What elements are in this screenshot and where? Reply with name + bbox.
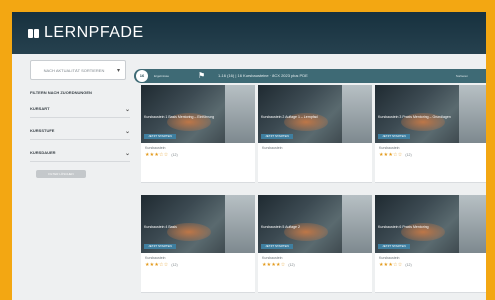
filter-label: KURSART [30, 106, 50, 111]
filter-kursdauer[interactable]: KURSDAUER ⌄ [30, 150, 130, 162]
rating-stars: ★★★☆☆ [379, 262, 403, 268]
course-card[interactable]: Kursbaustein 4 Basis JETZT STARTEN Kursb… [141, 195, 255, 293]
rating-count: (12) [405, 153, 412, 157]
course-type: Kursbaustein [262, 256, 283, 260]
start-course-button[interactable]: JETZT STARTEN [378, 134, 410, 139]
filter-sidebar: NACH AKTUALITÄT SORTIEREN ▾ FILTERN NACH… [30, 60, 130, 178]
bookmark-icon[interactable]: ⚑ [198, 71, 205, 80]
start-course-button[interactable]: JETZT STARTEN [378, 244, 410, 249]
course-title: Kursbaustein 4 Basis [144, 225, 177, 229]
course-rating: ★★★☆☆ (12) [379, 262, 412, 268]
app-frame: LERNPFADE NACH AKTUALITÄT SORTIEREN ▾ FI… [12, 12, 486, 300]
course-rating: ★★★☆☆ (12) [379, 152, 412, 158]
app-logo[interactable]: LERNPFADE [28, 24, 144, 42]
rating-count: (12) [171, 263, 178, 267]
rating-stars: ★★★☆☆ [145, 152, 169, 158]
course-thumbnail: Kursbaustein 4 Basis JETZT STARTEN [141, 195, 255, 253]
course-title: Kursbaustein 2 Auflage 1 – Lernpfad [261, 115, 318, 119]
course-rating: ★★★☆☆ (12) [145, 262, 178, 268]
course-title: Kursbaustein 6 Praxis Mentoring [378, 225, 429, 229]
result-range: 1-16 (16) | 16 Kursbausteine · 8CX 2023 … [218, 73, 308, 78]
rating-stars: ★★★★☆ [262, 262, 286, 268]
rating-count: (12) [171, 153, 178, 157]
start-course-button[interactable]: JETZT STARTEN [261, 134, 293, 139]
book-icon [28, 28, 40, 38]
start-course-button[interactable]: JETZT STARTEN [144, 244, 176, 249]
course-card[interactable]: Kursbaustein 2 Auflage 1 – Lernpfad JETZ… [258, 85, 372, 183]
course-type: Kursbaustein [145, 256, 166, 260]
course-card[interactable]: Kursbaustein 1 Basis Mentoring – Einführ… [141, 85, 255, 183]
course-thumbnail: Kursbaustein 2 Auflage 1 – Lernpfad JETZ… [258, 85, 372, 143]
chevron-down-icon: ⌄ [124, 151, 130, 157]
course-card[interactable]: Kursbaustein 5 Auflage 2 JETZT STARTEN K… [258, 195, 372, 293]
course-card[interactable]: Kursbaustein 3 Praxis Mentoring – Grundl… [375, 85, 486, 183]
course-rating: ★★★★☆ (12) [262, 262, 295, 268]
course-type: Kursbaustein [379, 256, 400, 260]
course-grid: Kursbaustein 1 Basis Mentoring – Einführ… [141, 85, 486, 300]
course-type: Kursbaustein [262, 146, 283, 150]
rating-stars: ★★★☆☆ [379, 152, 403, 158]
filter-label: KURSDAUER [30, 150, 56, 155]
chevron-down-icon: ⌄ [124, 129, 130, 135]
result-label: Ergebnisse [154, 74, 170, 78]
chevron-down-icon: ⌄ [124, 107, 130, 113]
course-thumbnail: Kursbaustein 6 Praxis Mentoring JETZT ST… [375, 195, 486, 253]
course-title: Kursbaustein 1 Basis Mentoring – Einführ… [144, 115, 215, 119]
results-bar: 16 Ergebnisse ⚑ 1-16 (16) | 16 Kursbaust… [134, 69, 486, 83]
course-rating: ★★★☆☆ (12) [145, 152, 178, 158]
reset-filters-button[interactable]: FILTER LÖSCHEN [36, 170, 86, 178]
course-title: Kursbaustein 5 Auflage 2 [261, 225, 300, 229]
sort-dropdown-value: NACH AKTUALITÄT SORTIEREN [43, 67, 105, 73]
rating-count: (12) [405, 263, 412, 267]
rating-count: (12) [288, 263, 295, 267]
top-navigation-bar: LERNPFADE [12, 12, 486, 54]
sort-toggle[interactable]: Sortieren [456, 74, 468, 78]
logo-text: LERNPFADE [44, 24, 144, 41]
filter-label: KURSSTUFE [30, 128, 55, 133]
course-card[interactable]: Kursbaustein 6 Praxis Mentoring JETZT ST… [375, 195, 486, 293]
filter-kursart[interactable]: KURSART ⌄ [30, 106, 130, 118]
chevron-down-icon: ▾ [116, 67, 120, 74]
course-thumbnail: Kursbaustein 3 Praxis Mentoring – Grundl… [375, 85, 486, 143]
start-course-button[interactable]: JETZT STARTEN [261, 244, 293, 249]
sort-dropdown[interactable]: NACH AKTUALITÄT SORTIEREN ▾ [30, 60, 126, 80]
course-thumbnail: Kursbaustein 1 Basis Mentoring – Einführ… [141, 85, 255, 143]
course-type: Kursbaustein [379, 146, 400, 150]
filter-heading: FILTERN NACH ZUORDNUNGEN [30, 90, 92, 95]
filter-kursstufe[interactable]: KURSSTUFE ⌄ [30, 128, 130, 140]
course-title: Kursbaustein 3 Praxis Mentoring – Grundl… [378, 115, 451, 119]
course-type: Kursbaustein [145, 146, 166, 150]
rating-stars: ★★★☆☆ [145, 262, 169, 268]
result-count-badge: 16 [136, 70, 148, 82]
start-course-button[interactable]: JETZT STARTEN [144, 134, 176, 139]
course-thumbnail: Kursbaustein 5 Auflage 2 JETZT STARTEN [258, 195, 372, 253]
